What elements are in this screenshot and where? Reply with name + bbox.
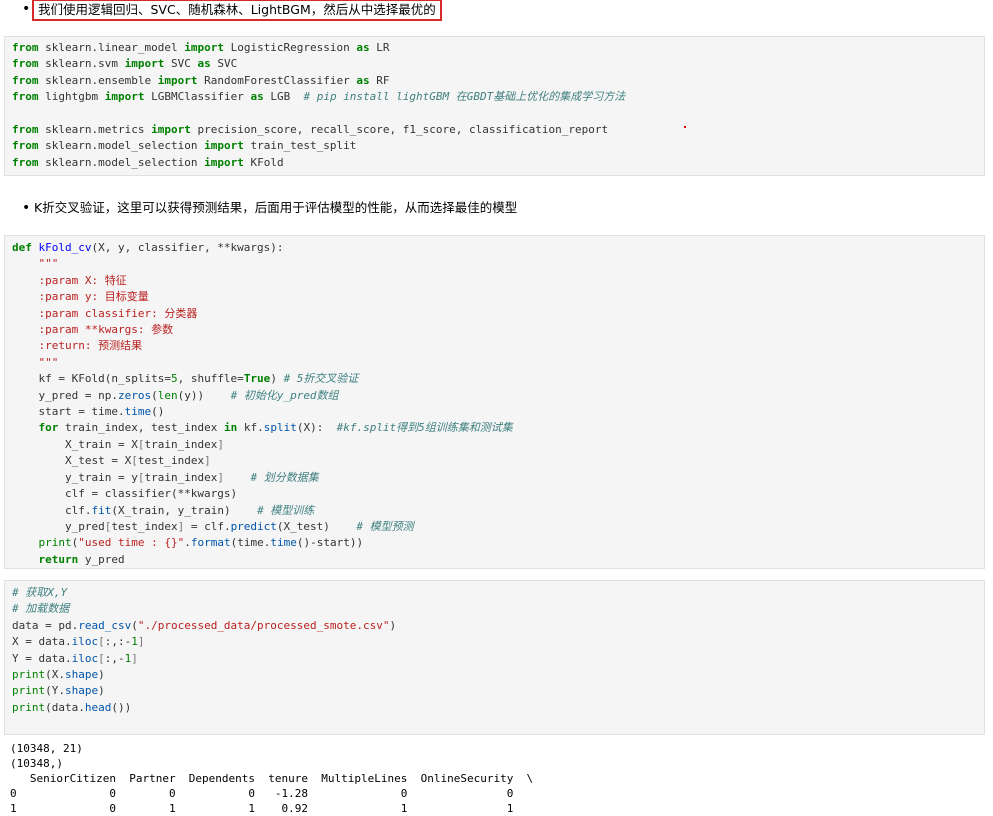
output-line: (10348, 21) xyxy=(10,742,83,755)
output-line: 0 0 0 0 -1.28 0 0 xyxy=(10,787,514,800)
bullet-text: K折交叉验证，这里可以获得预测结果，后面用于评估模型的性能，从而选择最佳的模型 xyxy=(34,200,518,215)
code-line: from sklearn.model_selection import trai… xyxy=(12,139,357,153)
markdown-bullet-2: • K折交叉验证，这里可以获得预测结果，后面用于评估模型的性能，从而选择最佳的模… xyxy=(22,199,622,219)
code-block: def kFold_cv(X, y, classifier, **kwargs)… xyxy=(12,241,513,566)
markdown-bullet-1: • 我们使用逻辑回归、SVC、随机森林、LightBGM，然后从中选择最优的 xyxy=(22,0,442,21)
bullet-text-highlighted: 我们使用逻辑回归、SVC、随机森林、LightBGM，然后从中选择最优的 xyxy=(32,0,442,21)
red-marker-dot xyxy=(684,126,686,128)
bullet-dot: • xyxy=(22,1,31,17)
output-line: SeniorCitizen Partner Dependents tenure … xyxy=(10,772,534,785)
output-line: (10348,) xyxy=(10,757,63,770)
bullet-dot: • xyxy=(22,200,31,216)
code-line: from sklearn.linear_model import Logisti… xyxy=(12,41,390,54)
output-text: (10348, 21) (10348,) SeniorCitizen Partn… xyxy=(0,741,993,816)
code-line: from lightgbm import LGBMClassifier as L… xyxy=(12,90,626,104)
code-line: from sklearn.ensemble import RandomFores… xyxy=(12,73,390,87)
cell-output: (10348, 21) (10348,) SeniorCitizen Partn… xyxy=(0,741,993,816)
code-line: from sklearn.svm import SVC as SVC xyxy=(12,57,238,71)
code-cell-kfold-function[interactable]: def kFold_cv(X, y, classifier, **kwargs)… xyxy=(4,235,985,569)
code-block: # 获取X,Y # 加载数据 data = pd.read_csv("./pro… xyxy=(12,586,397,714)
code-cell-load-data[interactable]: # 获取X,Y # 加载数据 data = pd.read_csv("./pro… xyxy=(4,580,985,735)
output-line: 1 0 1 1 0.92 1 1 xyxy=(10,802,514,815)
code-block: from sklearn.linear_model import Logisti… xyxy=(5,40,984,171)
code-cell-imports[interactable]: from sklearn.linear_model import Logisti… xyxy=(4,36,985,176)
code-line: from sklearn.model_selection import KFol… xyxy=(12,155,284,169)
code-line: from sklearn.metrics import precision_sc… xyxy=(12,123,609,137)
